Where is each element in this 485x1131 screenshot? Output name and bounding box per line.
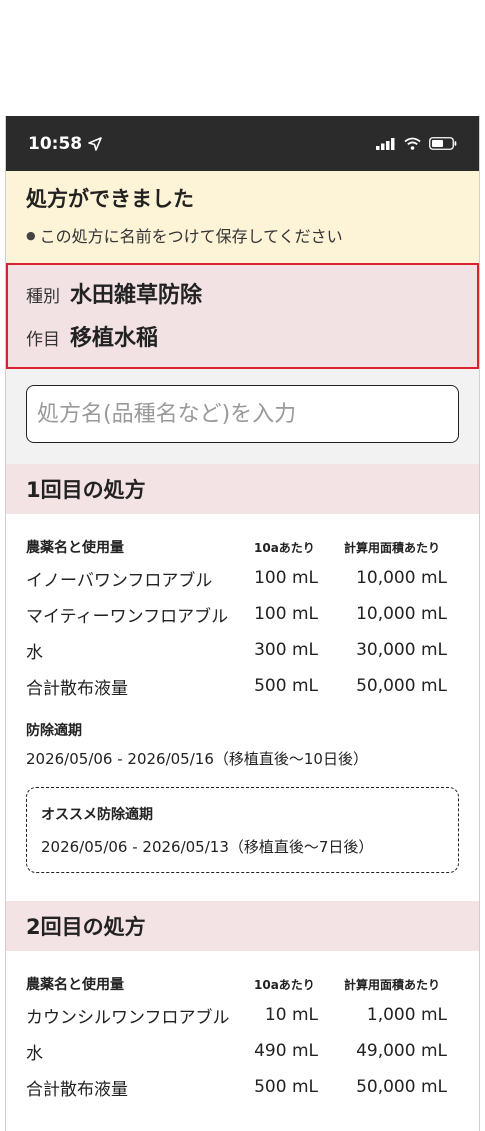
recommended-period-value: 2026/05/06 - 2026/05/13（移植直後〜7日後） [41,838,374,856]
prescription-2-body: 農薬名と使用量 10aあたり 計算用面積あたり カウンシルワンフロアブル 10 … [6,951,479,1105]
amount-per-10a: 500 mL [254,676,318,696]
type-label: 種別 [26,287,60,307]
notice-title: 処方ができました [26,187,194,211]
status-bar: 10:58 [6,116,479,171]
amount-per-area: 10,000 mL [356,604,447,624]
notice-message: この処方に名前をつけて保存してください [39,227,343,246]
amount-per-area: 49,000 mL [356,1041,447,1061]
table-header: 農薬名と使用量 10aあたり 計算用面積あたり [26,971,459,997]
prescription-2-heading: 2回目の処方 [6,901,479,951]
table-row: 水 300 mL 30,000 mL [26,632,459,668]
battery-icon [429,137,457,150]
bullet-icon: ● [26,228,36,242]
amount-per-area: 30,000 mL [356,640,447,660]
control-period-value: 2026/05/06 - 2026/05/16（移植直後〜10日後） [26,750,368,768]
app-screen: 10:58 処方ができました ● この処方に名前をつけて保存してください 種別 … [5,116,480,1131]
prescription-1-body: 農薬名と使用量 10aあたり 計算用面積あたり イノーバワンフロアブル 100 … [6,514,479,873]
col-per-area: 計算用面積あたり [344,977,441,992]
amount-per-10a: 10 mL [264,1005,318,1025]
amount-per-10a: 100 mL [254,568,318,588]
crop-value: 移植水稲 [70,326,159,351]
table-row: イノーバワンフロアブル 100 mL 10,000 mL [26,560,459,596]
pesticide-name: カウンシルワンフロアブル [26,1007,230,1028]
amount-per-area: 10,000 mL [356,568,447,588]
pesticide-name: 水 [26,642,43,663]
table-row: カウンシルワンフロアブル 10 mL 1,000 mL [26,997,459,1033]
amount-per-area: 1,000 mL [366,1005,447,1025]
col-per-area: 計算用面積あたり [344,540,441,555]
col-per-10a: 10aあたり [254,540,315,555]
amount-per-area: 50,000 mL [356,1077,447,1097]
recommended-period-label: オススメ防除適期 [41,807,153,823]
amount-per-10a: 100 mL [254,604,318,624]
pesticide-name: イノーバワンフロアブル [26,570,213,591]
control-period-label: 防除適期 [26,723,82,739]
location-arrow-icon [88,136,102,151]
table-row: 水 490 mL 49,000 mL [26,1033,459,1069]
crop-label: 作目 [26,330,60,350]
name-input-area [6,369,479,464]
status-time: 10:58 [28,133,83,154]
amount-per-10a: 490 mL [254,1041,318,1061]
col-per-10a: 10aあたり [254,977,315,992]
pesticide-name: マイティーワンフロアブル [26,606,229,627]
table-row-total: 合計散布液量 500 mL 50,000 mL [26,668,459,704]
pesticide-name: 水 [26,1043,43,1064]
col-pesticide: 農薬名と使用量 [26,540,124,556]
notice-message-row: ● この処方に名前をつけて保存してください [26,223,459,247]
pesticide-name: 合計散布液量 [26,1079,128,1100]
crop-row: 作目 移植水稲 [26,320,459,363]
status-icons [376,137,457,150]
type-row: 種別 水田雑草防除 [26,277,459,320]
type-value: 水田雑草防除 [70,283,203,308]
amount-per-10a: 500 mL [254,1077,318,1097]
prescription-name-input[interactable] [26,385,459,443]
col-pesticide: 農薬名と使用量 [26,977,124,993]
table-row: マイティーワンフロアブル 100 mL 10,000 mL [26,596,459,632]
table-header: 農薬名と使用量 10aあたり 計算用面積あたり [26,534,459,560]
prescription-1-heading: 1回目の処方 [6,464,479,514]
signal-bars-icon [376,137,395,150]
table-row-total: 合計散布液量 500 mL 50,000 mL [26,1069,459,1105]
wifi-icon [404,137,421,150]
pesticide-name: 合計散布液量 [26,678,128,699]
amount-per-area: 50,000 mL [356,676,447,696]
status-time-group: 10:58 [28,134,102,154]
amount-per-10a: 300 mL [254,640,318,660]
prescription-info: 種別 水田雑草防除 作目 移植水稲 [6,263,479,369]
recommended-period-box: オススメ防除適期 2026/05/06 - 2026/05/13（移植直後〜7日… [26,787,459,873]
success-notice: 処方ができました ● この処方に名前をつけて保存してください [6,171,479,263]
